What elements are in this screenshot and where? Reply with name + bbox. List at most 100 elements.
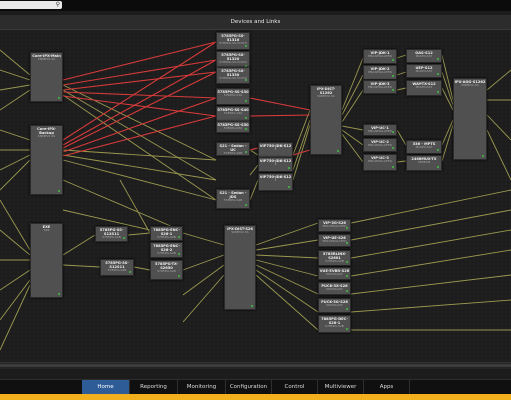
- status-dot-icon: [245, 79, 247, 81]
- device-node-e2[interactable]: 7885PG-ENC-S26-2 5785PG-S2B: [150, 242, 183, 258]
- device-node-r1[interactable]: 5785PG-SS-S12S11 5785PG-S2B: [95, 226, 128, 242]
- device-node-ipx-dist2[interactable]: IPX-DIST-S26 SNMPV2-SS: [224, 225, 256, 310]
- tab-reporting[interactable]: Reporting: [130, 380, 178, 394]
- status-dot-icon: [437, 73, 439, 75]
- device-node-ipx-dist1[interactable]: IPX-DIST-S1262 SNMPV2-SS: [310, 85, 342, 155]
- status-dot-icon: [288, 167, 290, 169]
- top-bar: ⚲: [0, 0, 511, 11]
- device-node-c4[interactable]: VUE-EVBR-S26 MULTICAST: [318, 267, 351, 280]
- device-node-s7e[interactable]: 5785PG-SS-S40 5785PG-S40: [216, 106, 250, 122]
- device-node-e1[interactable]: 7885PG-ENC-S26-1 5785PG-S2B: [150, 226, 183, 241]
- status-dot-icon: [178, 275, 180, 277]
- device-node-vjdk2[interactable]: VIP-JDK-2 ENCAPSULATED: [363, 65, 397, 80]
- status-dot-icon: [346, 275, 348, 277]
- device-node-vjdk3[interactable]: VIP-JDK-3 ENCAPSULATED: [363, 80, 397, 94]
- node-type: 5785PG-S30: [223, 93, 243, 98]
- node-type: ENCAPSULATED: [368, 159, 392, 164]
- status-dot-icon: [337, 150, 339, 152]
- device-node-core-main[interactable]: Core-IPX-Main SNMPV2-SS: [30, 52, 63, 102]
- device-node-c6[interactable]: PUCK-3G-S26 MULTICAST: [318, 298, 351, 313]
- node-type: SNMPV2-SS: [231, 230, 249, 235]
- status-dot-icon: [245, 117, 247, 119]
- node-type: SNMPV2-SS: [461, 83, 479, 88]
- status-dot-icon: [392, 147, 394, 149]
- device-node-s7d[interactable]: 5785PG-SS-S30 5785PG-S30: [216, 88, 250, 105]
- device-node-m1[interactable]: OAS-S12 MULTICAST: [406, 49, 442, 63]
- bottom-nav: Home Reporting Monitoring Configuration …: [0, 379, 511, 394]
- node-type: 5785PG-S2B: [157, 269, 176, 274]
- tab-multiviewer[interactable]: Multiviewer: [318, 380, 364, 394]
- status-dot-icon: [178, 253, 180, 255]
- device-node-exe[interactable]: EXE S26: [30, 223, 63, 298]
- status-dot-icon: [392, 131, 394, 133]
- node-type: MULTICAST: [415, 54, 433, 59]
- node-type: S26: [43, 228, 50, 233]
- horizontal-scrollbar[interactable]: [0, 362, 511, 369]
- device-node-e3[interactable]: 5785PG-TX-S2650 5785PG-S2B: [150, 260, 183, 280]
- device-node-m4[interactable]: 336 - MPTS MULTICAST: [406, 140, 442, 154]
- tab-apps[interactable]: Apps: [364, 380, 410, 394]
- node-type: 5785PG-S2B: [223, 151, 243, 156]
- status-dot-icon: [437, 91, 439, 93]
- page-title: Devices and Links: [0, 15, 511, 30]
- status-dot-icon: [346, 308, 348, 310]
- tab-configuration[interactable]: Configuration: [226, 380, 272, 394]
- device-node-c1[interactable]: VIP-3G-S26 ENCAPSULATED: [318, 219, 351, 232]
- device-node-vuc1[interactable]: VIP-UC-1 ENCAPSULATED: [363, 124, 397, 136]
- scrollbar-thumb[interactable]: [0, 364, 511, 367]
- status-dot-icon: [346, 242, 348, 244]
- device-node-c2[interactable]: VIP-UE-S26 ENCAPSULATED: [318, 234, 351, 247]
- device-node-vf3[interactable]: VIP750-JDK-S12 1: [258, 173, 293, 191]
- device-node-s7c[interactable]: 5785PG-SS-51330 5785PG-SS-51330: [216, 67, 250, 84]
- device-node-s7a[interactable]: 5785PG-SS-51310 5785PG-SS-51310: [216, 32, 250, 50]
- device-node-vf2[interactable]: VIP750-JDK-S12 2: [258, 157, 293, 172]
- device-node-m5[interactable]: 2468MUX-TX STREAM: [406, 155, 442, 171]
- search-icon[interactable]: ⚲: [56, 1, 60, 9]
- tab-home[interactable]: Home: [82, 380, 130, 394]
- status-dot-icon: [58, 293, 60, 295]
- node-type: MULTICAST: [415, 85, 433, 90]
- status-dot-icon: [392, 89, 394, 91]
- device-node-r2[interactable]: 5785PG-SS-S12S11 5785PG-S2B: [100, 259, 134, 276]
- node-type: SNMPV2-SS: [37, 57, 56, 62]
- device-node-vuc3[interactable]: VIP-UC-3 ENCAPSULATED: [363, 154, 397, 171]
- node-type: MULTICAST: [415, 69, 433, 74]
- device-node-vjdk1[interactable]: VIP-JDK-1 ENCAPSULATED: [363, 49, 397, 64]
- status-dot-icon: [482, 155, 484, 157]
- status-dot-icon: [123, 237, 125, 239]
- status-dot-icon: [58, 190, 60, 192]
- device-node-s7f[interactable]: 5785PG-SS-S50 5785PG-S50: [216, 121, 250, 133]
- node-type: 5785PG-S40: [223, 111, 243, 116]
- device-node-core-backup[interactable]: Core-IPX-Backup SNMPV2-SS: [30, 125, 63, 195]
- node-type: SNMPV2-SS: [37, 134, 56, 139]
- node-type: 1: [274, 178, 277, 183]
- status-dot-icon: [245, 204, 247, 206]
- status-dot-icon: [437, 166, 439, 168]
- device-node-vuc2[interactable]: VIP-UC-2 ENCAPSULATED: [363, 138, 397, 152]
- device-node-m2[interactable]: UEP-S12 MULTICAST: [406, 64, 442, 78]
- device-node-c7[interactable]: 7885PG-DEC-S26-1 5785PG-S2B: [318, 315, 351, 333]
- node-type: ENCAPSULATED: [368, 54, 392, 59]
- device-node-s21[interactable]: S21 - Sedan - UC 5785PG-S2B: [216, 142, 250, 156]
- node-type: 2: [274, 162, 277, 167]
- tab-control[interactable]: Control: [272, 380, 318, 394]
- status-dot-icon: [245, 45, 247, 47]
- status-dot-icon: [437, 58, 439, 60]
- status-dot-icon: [392, 166, 394, 168]
- node-type: SNMPV2-SS: [317, 94, 335, 99]
- topology-canvas[interactable]: Core-IPX-Main SNMPV2-SS Core-IPX-Backup SNM…: [0, 30, 511, 362]
- device-node-c3[interactable]: 5785RLINX-S2601 5785PG-S2B: [318, 250, 351, 266]
- search-input[interactable]: ⚲: [0, 1, 62, 9]
- tab-monitoring[interactable]: Monitoring: [178, 380, 226, 394]
- status-dot-icon: [178, 236, 180, 238]
- device-node-c5[interactable]: PUCK-3X-S26 MULTICAST: [318, 282, 351, 295]
- status-dot-icon: [437, 149, 439, 151]
- device-node-s21b[interactable]: S21 - Sedan - JDS 5785PG-S2B: [216, 189, 250, 209]
- node-type: ENCAPSULATED: [368, 70, 392, 75]
- status-dot-icon: [58, 97, 60, 99]
- status-dot-icon: [245, 100, 247, 102]
- device-node-m3[interactable]: WAY-TX-S12 MULTICAST: [406, 80, 442, 96]
- status-dot-icon: [251, 305, 253, 307]
- device-node-ipx-agg[interactable]: IPX-AGG-S1262 SNMPV2-SS: [453, 78, 487, 160]
- status-dot-icon: [346, 290, 348, 292]
